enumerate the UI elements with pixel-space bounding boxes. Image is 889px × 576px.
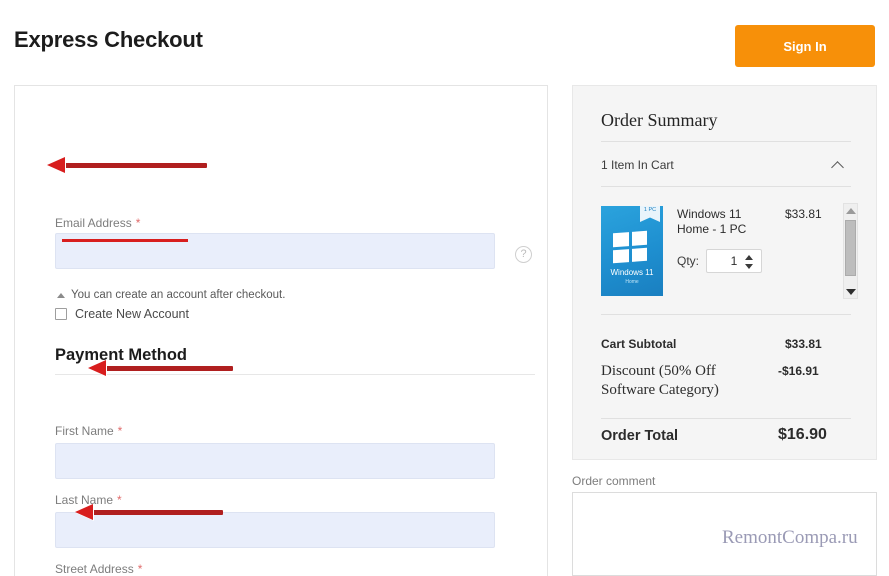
cart-scrollbar[interactable] [843,203,858,299]
email-label-text: Email Address [55,216,132,230]
thumbnail-title: Windows 11 [601,268,663,277]
product-name: Windows 11 Home - 1 PC [677,207,773,237]
quantity-value: 1 [731,254,738,268]
email-label: Email Address * [55,216,140,230]
create-account-hint-text: You can create an account after checkout… [71,289,285,301]
checkout-page: Express Checkout Sign In Email Address * … [0,0,889,576]
scrollbar-thumb[interactable] [845,220,856,276]
summary-divider-top [601,141,851,142]
create-new-account-checkbox[interactable] [55,308,67,320]
last-name-required-mark: * [117,493,122,507]
street-address-required-mark: * [138,562,143,576]
create-new-account-label: Create New Account [75,307,189,321]
order-total-value: $16.90 [778,426,827,444]
scroll-down-arrow-icon[interactable] [844,285,857,298]
checkout-form-card: Email Address * ? You can create an accou… [14,85,548,576]
summary-divider-mid [601,186,851,187]
sign-in-button[interactable]: Sign In [735,25,875,67]
scroll-up-arrow-icon[interactable] [844,204,857,217]
quantity-control: Qty: 1 [677,249,762,273]
street-address-label: Street Address * [55,562,142,576]
cart-item-count: 1 Item In Cart [601,158,674,172]
order-summary-title: Order Summary [601,110,717,131]
create-account-hint: You can create an account after checkout… [57,289,285,301]
first-name-label: First Name * [55,424,122,438]
order-summary-panel: Order Summary 1 Item In Cart 1 PC Window… [572,85,877,460]
discount-value: -$16.91 [778,364,819,378]
payment-section-divider [55,374,535,375]
product-name-line1: Windows 11 [677,207,773,222]
cart-subtotal-value: $33.81 [785,337,822,351]
first-name-input[interactable] [55,443,495,479]
first-name-required-mark: * [118,424,123,438]
order-comment-textarea[interactable] [572,492,877,576]
create-new-account-row[interactable]: Create New Account [55,307,189,321]
chevron-up-icon[interactable] [833,160,843,170]
windows-logo-icon [613,231,647,263]
product-thumbnail: 1 PC Windows 11 Home [601,206,663,296]
order-total-label: Order Total [601,428,678,444]
first-name-label-text: First Name [55,424,114,438]
summary-divider-cart [601,314,851,315]
product-price: $33.81 [785,207,822,221]
page-title: Express Checkout [14,27,203,53]
cart-subtotal-label: Cart Subtotal [601,337,676,351]
order-comment-label: Order comment [572,474,655,488]
triangle-up-icon [57,293,65,298]
product-name-line2: Home - 1 PC [677,222,773,237]
payment-method-heading: Payment Method [55,346,187,365]
product-badge: 1 PC [640,206,660,222]
summary-divider-total [601,418,851,419]
discount-label: Discount (50% Off Software Category) [601,362,771,400]
email-required-mark: * [136,216,141,230]
create-new-account-underline [62,239,188,242]
quantity-label: Qty: [677,254,699,268]
last-name-input[interactable] [55,512,495,548]
question-circle-icon[interactable]: ? [515,246,532,263]
last-name-label-text: Last Name [55,493,113,507]
thumbnail-subtitle: Home [601,279,663,285]
spinner-arrows-icon[interactable] [745,254,754,270]
last-name-label: Last Name * [55,493,122,507]
street-address-label-text: Street Address [55,562,134,576]
quantity-stepper[interactable]: 1 [706,249,762,273]
